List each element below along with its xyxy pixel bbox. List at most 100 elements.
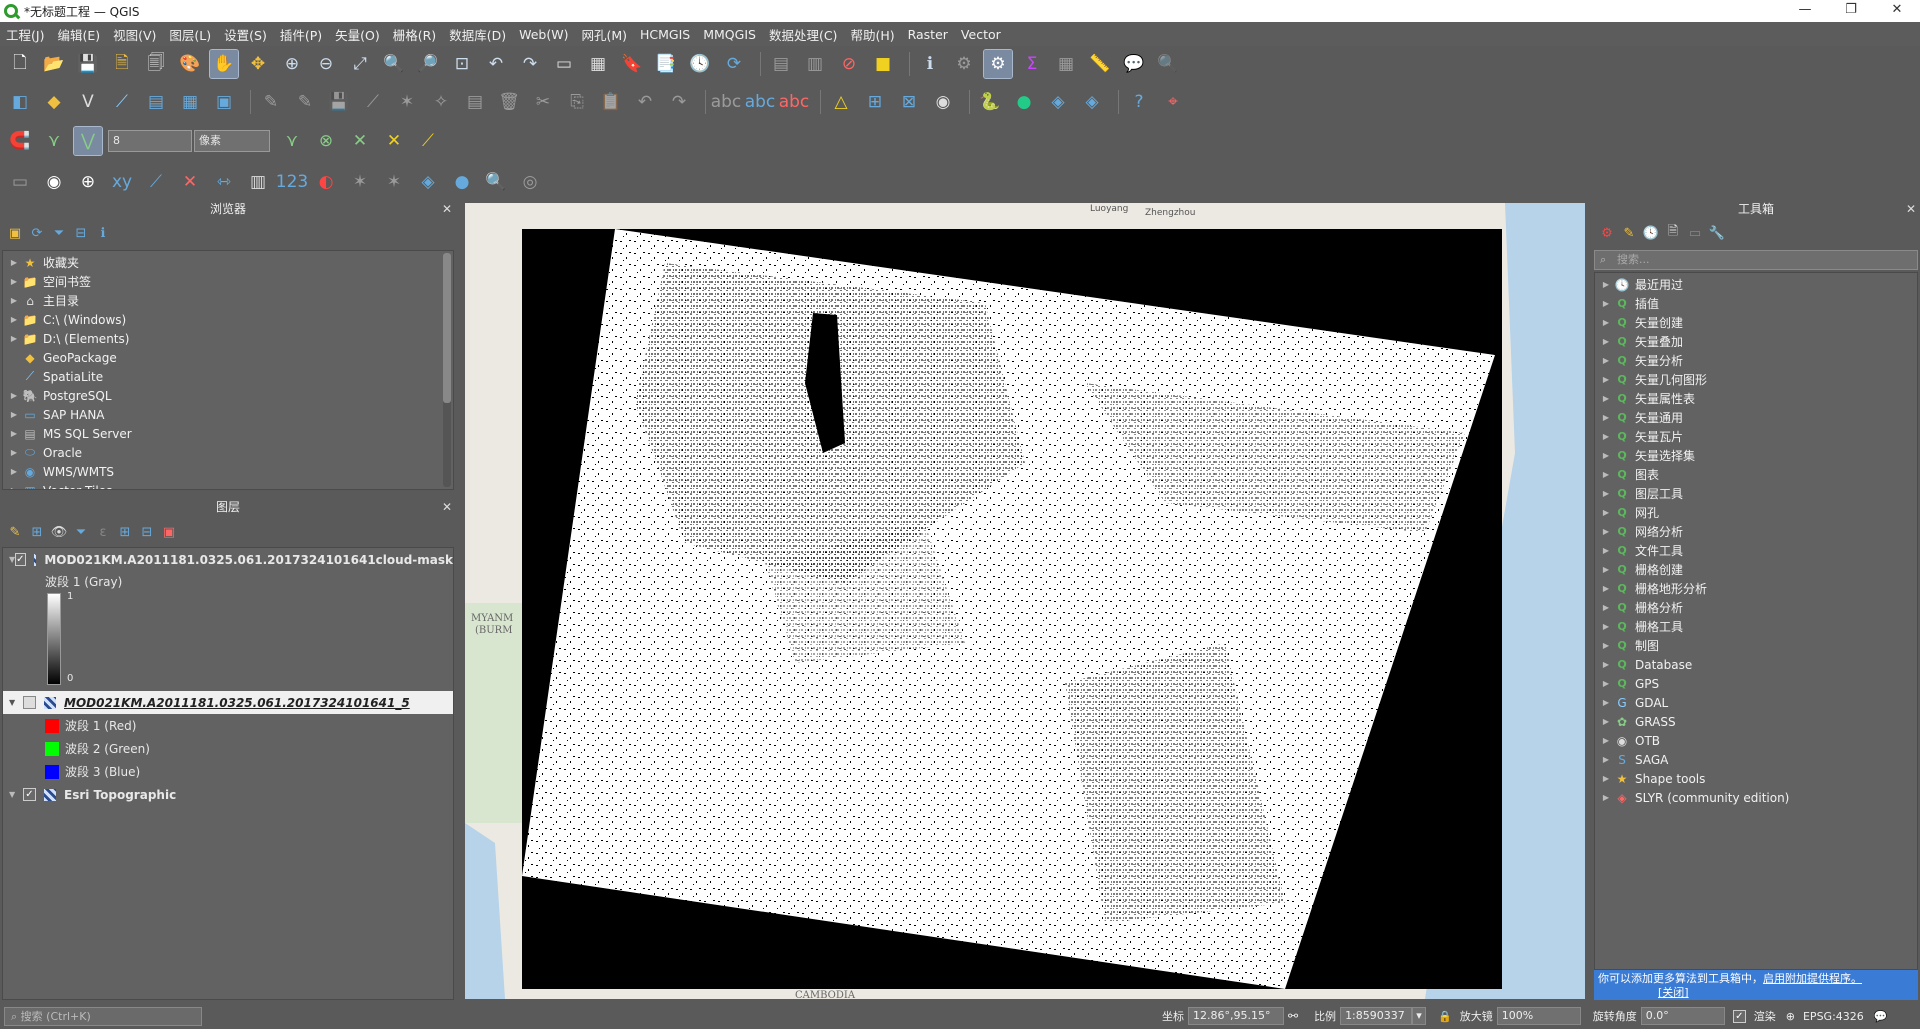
browser-item[interactable]: ▶ ▭ SAP HANA (3, 405, 453, 424)
toggle-extents-icon[interactable]: ⚯ (1288, 1009, 1298, 1023)
layer-rgb[interactable]: ▼ MOD021KM.A2011181.0325.061.20173241016… (3, 691, 453, 714)
browser-item[interactable]: ▶ ◉ WMS/WMTS (3, 462, 453, 481)
zoom-last-icon[interactable]: ↶ (482, 50, 510, 78)
layer-esri-topographic[interactable]: ▼ ✓ Esri Topographic (3, 783, 453, 806)
layout-manager-icon[interactable]: 🗐 (142, 50, 170, 78)
expand-arrow-icon[interactable]: ▶ (1599, 432, 1613, 441)
digitize-icon[interactable]: ⟋ (359, 88, 387, 116)
new-print-layout-icon[interactable]: 🗎 (108, 50, 136, 78)
toolbox-item[interactable]: ▶ G GDAL (1595, 693, 1917, 712)
menu-web[interactable]: Web(W) (519, 27, 568, 42)
toolbox-item[interactable]: ▶ Q 栅格分析 (1595, 598, 1917, 617)
expand-arrow-icon[interactable]: ▶ (1599, 698, 1613, 707)
menu-mmqgis[interactable]: MMQGIS (703, 27, 756, 42)
info-icon[interactable]: ℹ (92, 226, 114, 241)
paste-features-icon[interactable]: 📋 (597, 88, 625, 116)
expand-arrow-icon[interactable]: ▶ (1599, 641, 1613, 650)
layer-cloud-mask[interactable]: ▼ ✓ MOD021KM.A2011181.0325.061.201732410… (3, 548, 453, 571)
pan-map-icon[interactable]: ✋ (209, 49, 239, 79)
history-icon[interactable]: 🕓 (1640, 226, 1662, 241)
rotation-input[interactable]: 0.0° (1640, 1007, 1725, 1025)
layer-stack-icon[interactable]: ◈ (414, 168, 442, 196)
new-map-view-icon[interactable]: ▭ (550, 50, 578, 78)
star-tool-2-icon[interactable]: ✶ (380, 168, 408, 196)
browser-item[interactable]: ▶ ★ 收藏夹 (3, 253, 453, 272)
zoom-native-icon[interactable]: ⊡ (448, 50, 476, 78)
scale-dropdown-icon[interactable]: ▾ (1412, 1007, 1427, 1025)
toolbox-item[interactable]: ▶ Q 网络分析 (1595, 522, 1917, 541)
notice-close-link[interactable]: [关闭] (1658, 986, 1689, 999)
toolbox-item[interactable]: ▶ 🕓 最近用过 (1595, 275, 1917, 294)
menu-hcmgis[interactable]: HCMGIS (640, 27, 690, 42)
hcmgis-zoom-icon[interactable]: ⊠ (895, 88, 923, 116)
toolbox-item[interactable]: ▶ Q 矢量创建 (1595, 313, 1917, 332)
expand-arrow-icon[interactable]: ▶ (7, 486, 21, 489)
xy-tool-icon[interactable]: xy (108, 168, 136, 196)
statistics-summary-icon[interactable]: Σ (1018, 50, 1046, 78)
toolbox-item[interactable]: ▶ ◉ OTB (1595, 731, 1917, 750)
toolbox-item[interactable]: ▶ Q 矢量属性表 (1595, 389, 1917, 408)
label-tool-icon[interactable]: abc (745, 88, 776, 116)
expand-arrow-icon[interactable]: ▶ (1599, 394, 1613, 403)
globe-icon[interactable]: ● (448, 168, 476, 196)
highlight-tool-icon[interactable]: ◐ (312, 168, 340, 196)
expand-arrow-icon[interactable]: ▶ (7, 277, 21, 286)
digitize-shape-icon[interactable]: ▭ (6, 168, 34, 196)
menu-plugins[interactable]: 插件(P) (280, 25, 322, 44)
toolbox-item[interactable]: ▶ Q 矢量通用 (1595, 408, 1917, 427)
coordinate-input[interactable]: 12.86°,95.15° (1188, 1007, 1284, 1025)
add-spatialite-icon[interactable]: ⟋ (108, 88, 136, 116)
expand-arrow-icon[interactable]: ▶ (7, 315, 21, 324)
expand-arrow-icon[interactable]: ▶ (7, 467, 21, 476)
expand-arrow-icon[interactable]: ▶ (1599, 565, 1613, 574)
expand-arrow-icon[interactable]: ▶ (7, 448, 21, 457)
avoid-overlap-icon[interactable]: ✕ (346, 127, 374, 155)
render-checkbox[interactable]: ✓ (1732, 1009, 1746, 1023)
browser-item[interactable]: ▶ 📁 空间书签 (3, 272, 453, 291)
processing-toolbox-icon[interactable]: ⚙ (983, 49, 1013, 79)
zoom-out-icon[interactable]: ⊖ (312, 50, 340, 78)
pan-to-selection-icon[interactable]: ✥ (244, 50, 272, 78)
toolbox-item[interactable]: ▶ Q 制图 (1595, 636, 1917, 655)
messages-icon[interactable]: 💬 (1874, 1010, 1888, 1023)
expand-arrow-icon[interactable]: ▶ (7, 429, 21, 438)
browser-item[interactable]: ▶ ▤ MS SQL Server (3, 424, 453, 443)
add-feature-icon[interactable]: ✶ (393, 88, 421, 116)
data-source-manager-icon[interactable]: ◧ (6, 88, 34, 116)
tracing-icon[interactable]: ⟋ (414, 127, 442, 155)
zoom-in-icon[interactable]: ⊕ (278, 50, 306, 78)
add-delimited-text-icon[interactable]: V (74, 88, 102, 116)
delete-selected-icon[interactable]: 🗑 (495, 88, 523, 116)
close-button[interactable]: ✕ (1874, 0, 1920, 22)
maximize-button[interactable]: ❐ (1828, 0, 1874, 22)
toolbox-item[interactable]: ▶ Q 矢量选择集 (1595, 446, 1917, 465)
menu-project[interactable]: 工程(J) (6, 25, 44, 44)
toolbox-search-input[interactable]: ⌕ 搜索... (1594, 250, 1918, 270)
expand-arrow-icon[interactable]: ▶ (7, 334, 21, 343)
toolbox-item[interactable]: ▶ S SAGA (1595, 750, 1917, 769)
undo-icon[interactable]: ↶ (631, 88, 659, 116)
zoom-next-icon[interactable]: ↷ (516, 50, 544, 78)
copy-features-icon[interactable]: ⎘ (563, 88, 591, 116)
remove-layer-icon[interactable]: ▣ (158, 525, 180, 540)
expand-arrow-icon[interactable]: ▶ (1599, 299, 1613, 308)
browser-item[interactable]: ▶ 📁 C:\ (Windows) (3, 310, 453, 329)
toolbox-item[interactable]: ▶ Q 矢量瓦片 (1595, 427, 1917, 446)
browser-item[interactable]: ◆ GeoPackage (3, 348, 453, 367)
toolbox-item[interactable]: ▶ ★ Shape tools (1595, 769, 1917, 788)
numbering-icon[interactable]: 123 (276, 168, 308, 196)
menu-processing[interactable]: 数据处理(C) (769, 25, 837, 44)
temporal-controller-icon[interactable]: 🕓 (686, 50, 714, 78)
expand-arrow-icon[interactable]: ▶ (1599, 280, 1613, 289)
split-tool-icon[interactable]: ✕ (176, 168, 204, 196)
menu-database[interactable]: 数据库(D) (449, 25, 506, 44)
edit-features-in-place-icon[interactable]: ▭ (1684, 226, 1706, 241)
lock-scale-icon[interactable]: 🔒 (1438, 1010, 1452, 1023)
toolbox-item[interactable]: ▶ Q 矢量几何图形 (1595, 370, 1917, 389)
menu-view[interactable]: 视图(V) (113, 25, 156, 44)
expand-arrow-icon[interactable]: ▶ (1599, 413, 1613, 422)
crosshair-plugin-icon[interactable]: ⌖ (1159, 88, 1187, 116)
cut-features-icon[interactable]: ✂ (529, 88, 557, 116)
browser-scrollbar[interactable] (443, 253, 451, 487)
refresh-icon[interactable]: ⟳ (720, 50, 748, 78)
